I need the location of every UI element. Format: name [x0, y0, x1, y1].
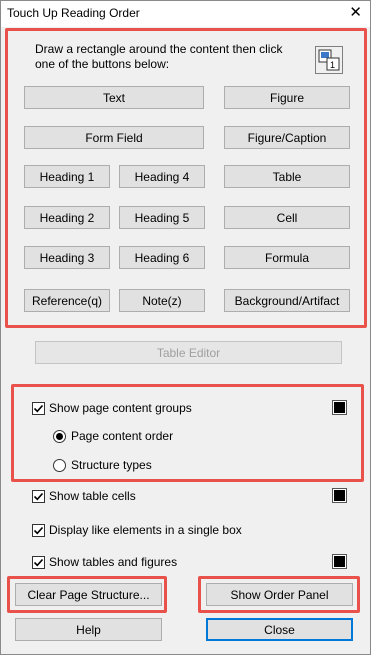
dialog-window: Touch Up Reading Order ✕ Draw a rectangl… [0, 0, 371, 655]
swatch-fill [334, 556, 345, 567]
help-button[interactable]: Help [15, 618, 162, 641]
heading-2-button[interactable]: Heading 2 [24, 206, 110, 229]
radio-button [53, 429, 66, 443]
close-icon[interactable]: ✕ [349, 4, 362, 22]
cell-button[interactable]: Cell [224, 206, 350, 229]
heading-1-button[interactable]: Heading 1 [24, 165, 110, 188]
instructions-text: Draw a rectangle around the content then… [35, 42, 283, 71]
display-like-elements-checkbox[interactable]: Display like elements in a single box [32, 523, 242, 537]
content-groups-color-swatch[interactable] [332, 400, 347, 415]
heading-4-button[interactable]: Heading 4 [119, 165, 205, 188]
svg-text:1: 1 [330, 60, 335, 70]
table-button[interactable]: Table [224, 165, 350, 188]
form-field-button[interactable]: Form Field [24, 126, 204, 149]
figure-caption-button[interactable]: Figure/Caption [224, 126, 350, 149]
structure-types-radio[interactable]: Structure types [53, 458, 152, 472]
show-tables-figures-label: Show tables and figures [49, 555, 178, 569]
show-order-panel-button[interactable]: Show Order Panel [206, 583, 353, 606]
title-bar: Touch Up Reading Order ✕ [1, 1, 370, 27]
table-cells-color-swatch[interactable] [332, 488, 347, 503]
show-tables-figures-checkbox[interactable]: Show tables and figures [32, 555, 177, 569]
formula-button[interactable]: Formula [224, 246, 350, 269]
figure-button[interactable]: Figure [224, 86, 350, 109]
page-content-order-label: Page content order [71, 429, 174, 443]
structure-types-label: Structure types [71, 458, 152, 472]
display-like-elements-label: Display like elements in a single box [49, 523, 242, 537]
show-content-groups-checkbox[interactable]: Show page content groups [32, 401, 192, 415]
checkbox-box [32, 523, 45, 537]
radio-button [53, 458, 66, 472]
show-table-cells-checkbox[interactable]: Show table cells [32, 489, 136, 503]
show-table-cells-label: Show table cells [49, 489, 136, 503]
table-editor-button[interactable]: Table Editor [35, 341, 342, 364]
text-button[interactable]: Text [24, 86, 204, 109]
checkbox-box [32, 489, 45, 503]
note-button[interactable]: Note(z) [119, 289, 205, 312]
checkbox-box [32, 401, 45, 415]
show-content-groups-label: Show page content groups [49, 401, 192, 415]
radio-dot [56, 432, 63, 440]
tables-figures-color-swatch[interactable] [332, 554, 347, 569]
clear-page-structure-button[interactable]: Clear Page Structure... [15, 583, 162, 606]
page-content-order-radio[interactable]: Page content order [53, 429, 173, 443]
heading-3-button[interactable]: Heading 3 [24, 246, 110, 269]
close-button[interactable]: Close [206, 618, 353, 641]
reorder-icon[interactable]: 1 [315, 46, 343, 74]
swatch-fill [334, 490, 345, 501]
reference-button[interactable]: Reference(q) [24, 289, 110, 312]
heading-5-button[interactable]: Heading 5 [119, 206, 205, 229]
heading-6-button[interactable]: Heading 6 [119, 246, 205, 269]
swatch-fill [334, 402, 345, 413]
window-title: Touch Up Reading Order [7, 6, 140, 20]
background-artifact-button[interactable]: Background/Artifact [224, 289, 350, 312]
checkbox-box [32, 555, 45, 569]
